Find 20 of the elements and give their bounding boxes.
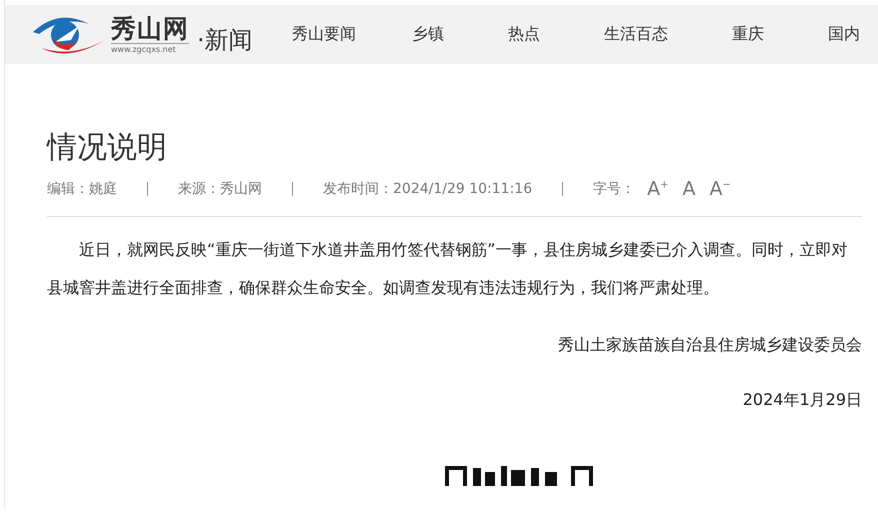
logo-url: www.zgcqxs.net — [111, 44, 177, 54]
font-size-label: 字号： — [593, 180, 636, 198]
article-paragraph: 近日，就网民反映“重庆一街道下水道井盖用竹签代替钢筋”一事，县住房城乡建委已介入调查。同时，立即对县城窨井盖进行全面排查，确保群众生命安全。如调查发现有违法违规行为，我们将严肃处理。 — [47, 239, 849, 299]
meta-text: 发布时间：2024/1/29 10:11:16 — [323, 180, 532, 198]
section-title: ·新闻 — [197, 24, 253, 56]
nav-link[interactable]: 热点 — [504, 24, 544, 45]
nav-link[interactable]: 秀山要闻 — [288, 24, 360, 45]
meta-text: 编辑：姚庭 — [47, 180, 117, 198]
nav-link[interactable]: 乡镇 — [408, 24, 448, 45]
article-title: 情况说明 — [47, 130, 168, 166]
font-size-button[interactable]: A — [680, 178, 698, 200]
font-size-button[interactable]: A$^{+}$ — [645, 178, 671, 200]
signature: 秀山土家族苗族自治县住房城乡建设委员会 — [558, 335, 862, 354]
meta-text: 来源：秀山网 — [178, 180, 262, 198]
font-size-button[interactable]: A$^{−}$ — [708, 178, 733, 200]
article-date: 2024年1月29日 — [742, 390, 862, 409]
logo-name: 秀山网 — [111, 14, 189, 44]
nav-link[interactable]: 生活百态 — [600, 24, 672, 45]
nav-link[interactable]: 国内 — [824, 24, 864, 45]
nav-link[interactable]: 重庆 — [728, 24, 768, 45]
